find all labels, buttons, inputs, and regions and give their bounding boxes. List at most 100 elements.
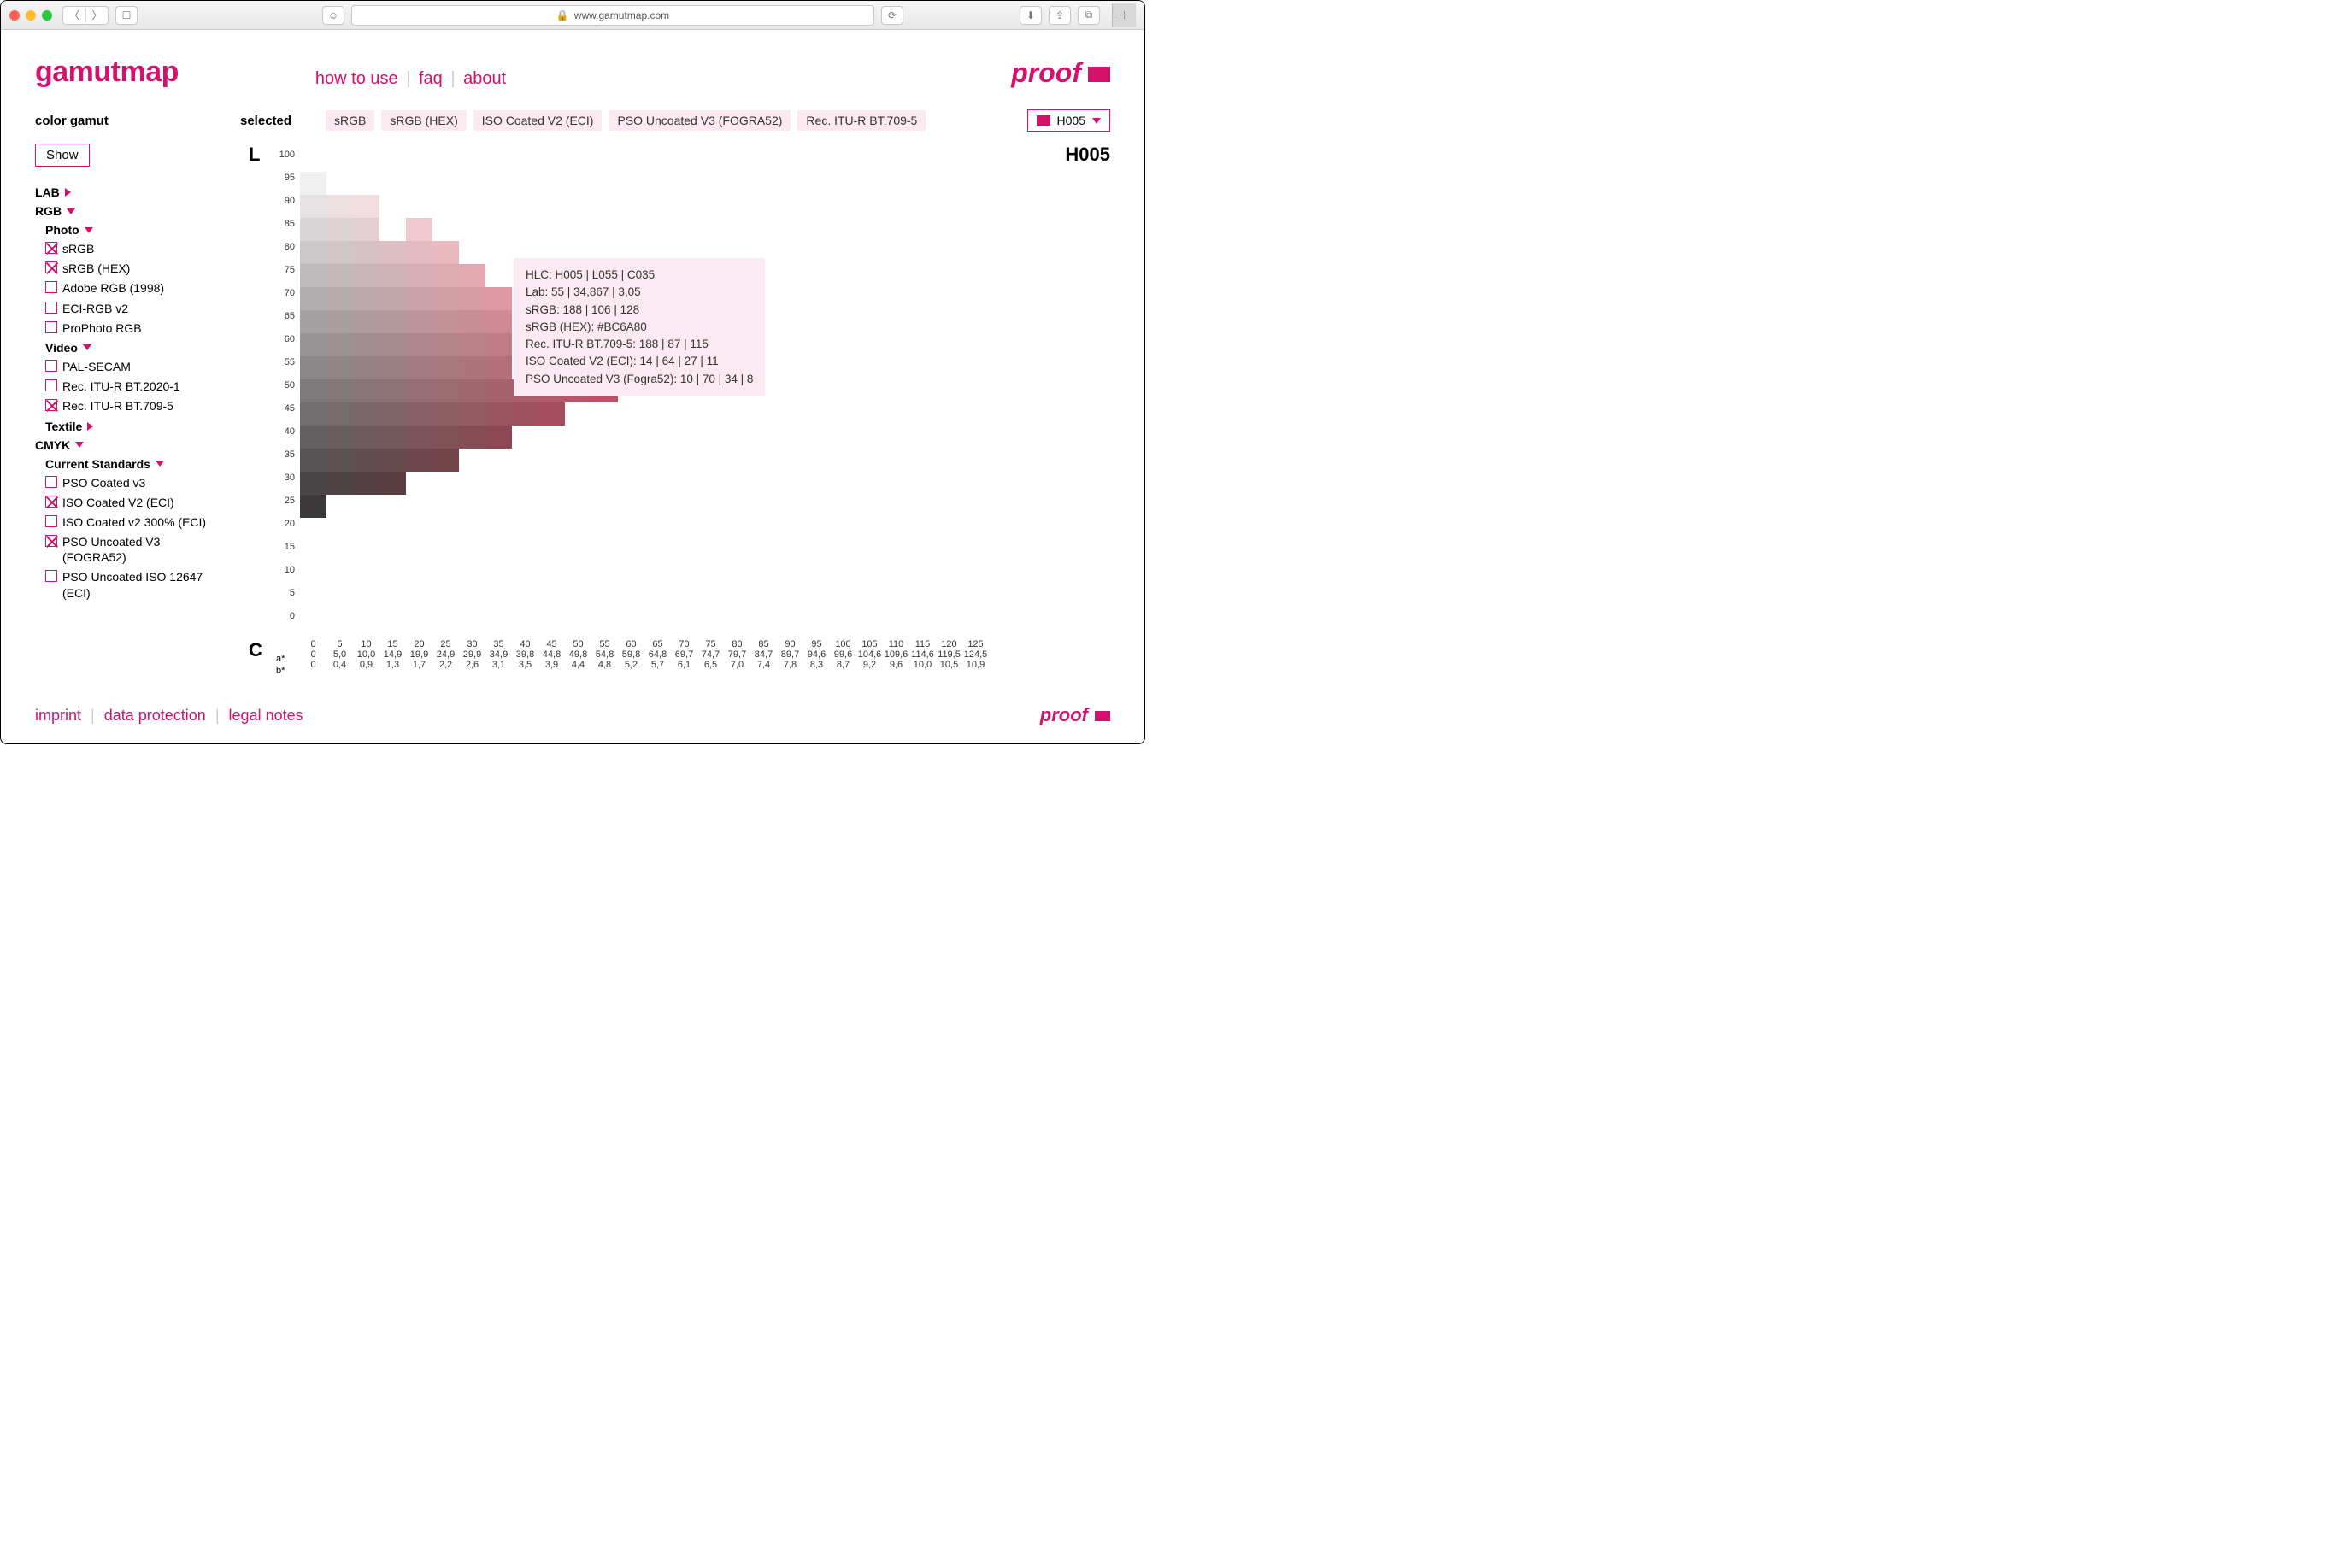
checkbox-icon[interactable] — [45, 261, 57, 273]
checkbox-icon[interactable] — [45, 515, 57, 527]
address-bar[interactable]: 🔒 www.gamutmap.com — [351, 5, 874, 26]
heatmap-cell[interactable] — [432, 426, 459, 449]
heatmap-cell[interactable] — [485, 426, 512, 449]
heatmap-cell[interactable] — [379, 264, 406, 287]
heatmap-cell[interactable] — [379, 402, 406, 426]
heatmap-cell[interactable] — [432, 264, 459, 287]
item-eci-rgb[interactable]: ECI-RGB v2 — [45, 301, 223, 316]
item-pso-uncoated-iso[interactable]: PSO Uncoated ISO 12647 (ECI) — [45, 569, 223, 600]
heatmap-cell[interactable] — [300, 379, 326, 402]
heatmap-cell[interactable] — [300, 287, 326, 310]
heatmap-cell[interactable] — [432, 449, 459, 472]
heatmap-cell[interactable] — [485, 402, 512, 426]
heatmap-cell[interactable] — [300, 356, 326, 379]
heatmap-cell[interactable] — [353, 426, 379, 449]
checkbox-icon[interactable] — [45, 321, 57, 333]
heatmap-cell[interactable] — [406, 218, 432, 241]
footer-legal[interactable]: legal notes — [229, 707, 303, 724]
heatmap-cell[interactable] — [379, 218, 406, 241]
show-button[interactable]: Show — [35, 144, 90, 167]
heatmap-cell[interactable] — [432, 402, 459, 426]
heatmap-cell[interactable] — [353, 264, 379, 287]
checkbox-icon[interactable] — [45, 496, 57, 508]
heatmap-cell[interactable] — [459, 356, 485, 379]
chip-rec709[interactable]: Rec. ITU-R BT.709-5 — [797, 110, 926, 131]
item-iso-coated-v2[interactable]: ISO Coated V2 (ECI) — [45, 495, 223, 510]
heatmap-cell[interactable] — [459, 310, 485, 333]
heatmap-cell[interactable] — [459, 426, 485, 449]
heatmap-cell[interactable] — [459, 379, 485, 402]
heatmap-cell[interactable] — [379, 310, 406, 333]
back-icon[interactable]: 〈 — [63, 8, 85, 22]
heatmap-cell[interactable] — [432, 241, 459, 264]
reload-icon[interactable]: ⟳ — [881, 6, 903, 25]
heatmap-cell[interactable] — [512, 402, 538, 426]
site-logo[interactable]: gamutmap — [35, 56, 179, 89]
new-tab-button[interactable]: ＋ — [1112, 3, 1136, 27]
heatmap-cell[interactable] — [353, 379, 379, 402]
heatmap-cell[interactable] — [379, 379, 406, 402]
heatmap-cell[interactable] — [459, 264, 485, 287]
heatmap-cell[interactable] — [406, 241, 432, 264]
heatmap-cell[interactable] — [300, 333, 326, 356]
item-pso-coated[interactable]: PSO Coated v3 — [45, 475, 223, 490]
group-rgb[interactable]: RGB — [35, 204, 223, 218]
chip-srgb-hex[interactable]: sRGB (HEX) — [381, 110, 466, 131]
heatmap-cell[interactable] — [300, 172, 326, 195]
item-srgb[interactable]: sRGB — [45, 241, 223, 256]
heatmap-cell[interactable] — [300, 426, 326, 449]
item-pso-uncoated-v3[interactable]: PSO Uncoated V3 (FOGRA52) — [45, 534, 223, 565]
tabs-icon[interactable]: ⧉ — [1078, 6, 1100, 25]
heatmap-cell[interactable] — [300, 495, 326, 518]
heatmap-cell[interactable] — [300, 264, 326, 287]
minimize-window-icon[interactable] — [26, 10, 36, 21]
heatmap-cell[interactable] — [379, 287, 406, 310]
footer-data-protection[interactable]: data protection — [104, 707, 206, 724]
share-icon[interactable]: ⇪ — [1049, 6, 1071, 25]
heatmap-cell[interactable] — [485, 333, 512, 356]
brand-logo-footer[interactable]: proof — [1040, 704, 1110, 726]
heatmap-cell[interactable] — [406, 402, 432, 426]
heatmap-cell[interactable] — [326, 426, 353, 449]
subgroup-photo[interactable]: Photo — [45, 223, 223, 237]
heatmap-cell[interactable] — [485, 379, 512, 402]
nav-how-to-use[interactable]: how to use — [315, 69, 398, 88]
subgroup-standards[interactable]: Current Standards — [45, 457, 223, 471]
heatmap-cell[interactable] — [459, 402, 485, 426]
nav-back-forward[interactable]: 〈 〉 — [62, 6, 109, 25]
sidebar-toggle-icon[interactable]: ☐ — [115, 6, 138, 25]
item-bt2020[interactable]: Rec. ITU-R BT.2020-1 — [45, 379, 223, 394]
heatmap-cell[interactable] — [485, 356, 512, 379]
heatmap-cell[interactable] — [406, 264, 432, 287]
checkbox-icon[interactable] — [45, 242, 57, 254]
nav-faq[interactable]: faq — [419, 69, 443, 88]
heatmap-cell[interactable] — [485, 287, 512, 310]
heatmap-cell[interactable] — [300, 241, 326, 264]
item-prophoto[interactable]: ProPhoto RGB — [45, 320, 223, 336]
heatmap-cell[interactable] — [300, 310, 326, 333]
group-lab[interactable]: LAB — [35, 185, 223, 199]
brand-logo[interactable]: proof — [1011, 57, 1110, 89]
item-iso-coated-300[interactable]: ISO Coated v2 300% (ECI) — [45, 514, 223, 530]
heatmap-cell[interactable] — [432, 356, 459, 379]
heatmap-cell[interactable] — [353, 241, 379, 264]
heatmap-cell[interactable] — [326, 241, 353, 264]
heatmap-cell[interactable] — [379, 356, 406, 379]
hue-dropdown[interactable]: H005 — [1027, 109, 1110, 132]
subgroup-textile[interactable]: Textile — [45, 420, 223, 433]
subgroup-video[interactable]: Video — [45, 341, 223, 355]
item-pal-secam[interactable]: PAL-SECAM — [45, 359, 223, 374]
heatmap-cell[interactable] — [406, 287, 432, 310]
heatmap-cell[interactable] — [326, 333, 353, 356]
heatmap-cell[interactable] — [406, 333, 432, 356]
heatmap-cell[interactable] — [353, 287, 379, 310]
chip-iso-coated[interactable]: ISO Coated V2 (ECI) — [473, 110, 603, 131]
heatmap-cell[interactable] — [353, 472, 379, 495]
item-adobe-rgb[interactable]: Adobe RGB (1998) — [45, 280, 223, 296]
footer-imprint[interactable]: imprint — [35, 707, 81, 724]
heatmap-cell[interactable] — [300, 195, 326, 218]
heatmap-cell[interactable] — [353, 356, 379, 379]
heatmap-cell[interactable] — [353, 310, 379, 333]
heatmap-cell[interactable] — [353, 402, 379, 426]
heatmap-cell[interactable] — [353, 449, 379, 472]
